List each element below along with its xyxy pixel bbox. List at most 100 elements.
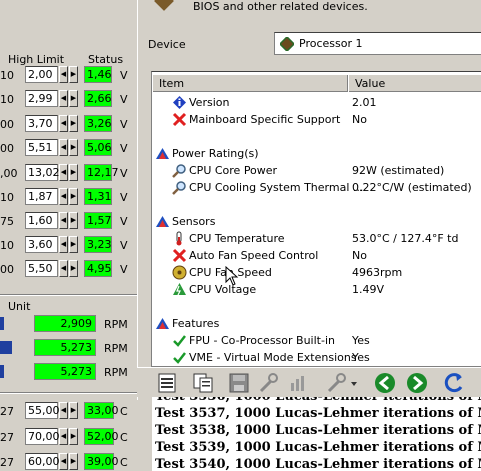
- high-limit-input[interactable]: 2,99: [25, 90, 58, 107]
- spin-up-button[interactable]: ▶: [69, 402, 78, 419]
- spin-up-button[interactable]: ▶: [69, 260, 78, 277]
- spin-down-button[interactable]: ◀: [59, 164, 68, 181]
- high-limit-input[interactable]: 1,87: [25, 188, 58, 205]
- tree-row[interactable]: CPU Cooling System Thermal ... 0.22°C/W (…: [152, 179, 481, 196]
- back-icon[interactable]: [373, 371, 397, 395]
- fan-row: 5,273 RPM: [0, 363, 140, 381]
- tree-row-value: 2.01: [352, 96, 377, 109]
- tools-icon[interactable]: [257, 371, 281, 395]
- spin-up-button[interactable]: ▶: [69, 139, 78, 156]
- spin-down-button[interactable]: ◀: [59, 188, 68, 205]
- tree-row[interactable]: Auto Fan Speed Control No: [152, 247, 481, 264]
- spin-up-button[interactable]: ▶: [69, 164, 78, 181]
- voltage-row: 10 2,00 ◀ ▶ 1,46 V: [0, 66, 140, 84]
- tree-row-value: 92W (estimated): [352, 164, 445, 177]
- unit-label: V: [120, 191, 128, 204]
- save-icon[interactable]: [227, 371, 251, 395]
- spin-up-button[interactable]: ▶: [69, 428, 78, 445]
- high-limit-input[interactable]: 3,70: [25, 115, 58, 132]
- spin-down-button[interactable]: ◀: [59, 260, 68, 277]
- options-icon[interactable]: [325, 371, 359, 395]
- low-limit-value: ,00: [0, 167, 18, 180]
- voltage-row: 00 5,50 ◀ ▶ 4,95 V: [0, 260, 140, 278]
- unit-label: RPM: [104, 318, 128, 331]
- high-limit-input[interactable]: 2,00: [25, 66, 58, 83]
- spin-up-button[interactable]: ▶: [69, 90, 78, 107]
- spin-up-button[interactable]: ▶: [69, 115, 78, 132]
- tree-row[interactable]: FPU - Co-Processor Built-in Yes: [152, 332, 481, 349]
- high-limit-input[interactable]: 5,50: [25, 260, 58, 277]
- status-value: 2,66: [84, 90, 112, 107]
- high-limit-input[interactable]: 55,00: [25, 402, 60, 419]
- tree-row[interactable]: Mainboard Specific Support No: [152, 111, 481, 128]
- copy-icon[interactable]: [191, 371, 215, 395]
- spin-down-button[interactable]: ◀: [59, 402, 68, 419]
- chip-icon: [154, 0, 174, 11]
- voltage-row: 10 2,99 ◀ ▶ 2,66 V: [0, 90, 140, 108]
- device-select[interactable]: Processor 1: [274, 32, 481, 55]
- tree-row-label: Features: [172, 317, 220, 330]
- tree-row[interactable]: Version 2.01: [152, 94, 481, 111]
- magnifier-icon: [172, 163, 187, 178]
- spin-up-button[interactable]: ▶: [69, 236, 78, 253]
- column-value[interactable]: Value: [348, 75, 481, 92]
- properties-tree[interactable]: Item Value Version 2.01 Mainboard Specific…: [151, 71, 481, 367]
- spin-down-button[interactable]: ◀: [59, 139, 68, 156]
- sensors-icon: [155, 214, 170, 229]
- unit-label: V: [120, 167, 128, 180]
- spin-down-button[interactable]: ◀: [59, 428, 68, 445]
- check-icon: [172, 333, 187, 348]
- high-limit-input[interactable]: 3,60: [25, 236, 58, 253]
- spin-down-button[interactable]: ◀: [59, 236, 68, 253]
- unit-label: V: [120, 93, 128, 106]
- unit-label: V: [120, 118, 128, 131]
- divider: [0, 392, 140, 394]
- tree-row-label: CPU Cooling System Thermal ...: [189, 181, 364, 194]
- spin-up-button[interactable]: ▶: [69, 212, 78, 229]
- fan-speed-value: 5,273: [34, 363, 96, 380]
- spin-up-button[interactable]: ▶: [69, 453, 78, 470]
- spin-up-button[interactable]: ▶: [69, 188, 78, 205]
- report-icon[interactable]: [155, 371, 179, 395]
- high-limit-input[interactable]: 70,00: [25, 428, 60, 445]
- tree-row[interactable]: CPU Temperature 53.0°C / 127.4°F td: [152, 230, 481, 247]
- high-limit-input[interactable]: 60,00: [25, 453, 60, 470]
- forward-icon[interactable]: [405, 371, 429, 395]
- status-value: 3,26: [84, 115, 112, 132]
- spin-down-button[interactable]: ◀: [59, 115, 68, 132]
- console-line: Test 3537, 1000 Lucas-Lehmer iterations …: [155, 406, 481, 421]
- low-limit-value: 27: [0, 405, 14, 418]
- spin-down-button[interactable]: ◀: [59, 90, 68, 107]
- high-limit-input[interactable]: 13,02: [25, 164, 60, 181]
- tree-group[interactable]: Features: [152, 315, 481, 332]
- sensor-limits-panel: High Limit Status 10 2,00 ◀ ▶ 1,46 V 10 2,99 ◀ ▶ 2…: [0, 0, 140, 471]
- voltage-row: 75 1,60 ◀ ▶ 1,57 V: [0, 212, 140, 230]
- tree-row[interactable]: CPU Fan Speed 4963rpm: [152, 264, 481, 281]
- spin-up-button[interactable]: ▶: [69, 66, 78, 83]
- tree-group[interactable]: Sensors: [152, 213, 481, 230]
- status-value: 52,00: [84, 428, 119, 445]
- refresh-icon[interactable]: [442, 371, 466, 395]
- high-limit-input[interactable]: 1,60: [25, 212, 58, 229]
- tree-row[interactable]: CPU Core Power 92W (estimated): [152, 162, 481, 179]
- spin-down-button[interactable]: ◀: [59, 66, 68, 83]
- status-value: 3,23: [84, 236, 112, 253]
- tree-row[interactable]: VME - Virtual Mode Extensions Yes: [152, 349, 481, 366]
- console-line: Test 3539, 1000 Lucas-Lehmer iterations …: [155, 440, 481, 455]
- unit-label: V: [120, 142, 128, 155]
- tree-group[interactable]: Power Rating(s): [152, 145, 481, 162]
- fan-speed-value: 2,909: [34, 315, 96, 332]
- spin-down-button[interactable]: ◀: [59, 212, 68, 229]
- unit-label: V: [120, 263, 128, 276]
- temperature-row: 27 55,00 ◀ ▶ 33,00 C: [0, 402, 140, 420]
- column-item[interactable]: Item: [152, 75, 348, 92]
- unit-label: RPM: [104, 342, 128, 355]
- tree-row[interactable]: CPU Voltage 1.49V: [152, 281, 481, 298]
- spin-down-button[interactable]: ◀: [59, 453, 68, 470]
- window-description: BIOS and other related devices.: [193, 0, 368, 13]
- fan-speed-bar: [0, 317, 4, 330]
- chart-icon[interactable]: [287, 371, 311, 395]
- console-line: Test 3538, 1000 Lucas-Lehmer iterations …: [155, 423, 481, 438]
- low-limit-value: 10: [0, 69, 14, 82]
- high-limit-input[interactable]: 5,51: [25, 139, 58, 156]
